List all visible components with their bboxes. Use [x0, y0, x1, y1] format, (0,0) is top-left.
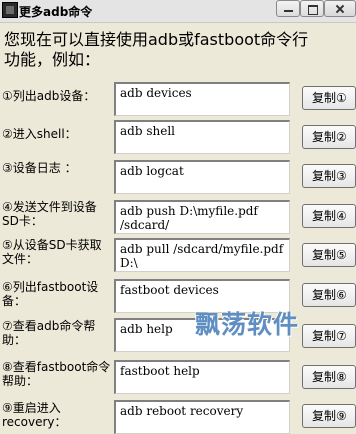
copy-button-1[interactable]: 复制①	[302, 86, 356, 110]
intro-text: 您现在可以直接使用adb或fastboot命令行功能，例如：	[4, 30, 309, 69]
row-label-shell: ②进入shell：	[2, 127, 77, 141]
copy-button-6[interactable]: 复制⑥	[302, 283, 356, 307]
minimize-button[interactable]	[276, 0, 300, 17]
row-label-fastboot-help: ⑧查看fastboot命令帮助：	[2, 360, 111, 388]
command-field-fastboot-devices[interactable]: fastboot devices	[114, 279, 290, 313]
maximize-button[interactable]	[300, 0, 324, 17]
command-field-pull[interactable]: adb pull /sdcard/myfile.pdf D:\	[114, 238, 290, 272]
copy-button-8[interactable]: 复制⑧	[302, 365, 356, 389]
close-icon	[325, 1, 355, 16]
command-field-recovery[interactable]: adb reboot recovery	[114, 400, 290, 434]
copy-button-4[interactable]: 复制④	[302, 204, 356, 228]
command-field-shell[interactable]: adb shell	[114, 120, 290, 154]
command-field-list-devices[interactable]: adb devices	[114, 82, 290, 116]
command-field-adb-help[interactable]: adb help	[114, 318, 290, 352]
row-label-fastboot-devices: ⑥列出fastboot设备：	[2, 280, 99, 308]
minimize-icon	[277, 1, 299, 16]
row-label-adb-help: ⑦查看adb命令帮助：	[2, 319, 96, 347]
app-icon	[2, 2, 18, 18]
command-field-fastboot-help[interactable]: fastboot help	[114, 360, 290, 394]
row-label-recovery: ⑨重启进入recovery：	[2, 401, 67, 429]
title-bar: 更多adb命令	[0, 0, 356, 23]
copy-button-9[interactable]: 复制⑨	[302, 404, 356, 428]
copy-button-5[interactable]: 复制⑤	[302, 243, 356, 267]
copy-button-7[interactable]: 复制⑦	[302, 324, 356, 348]
row-label-logcat: ③设备日志 ：	[2, 161, 77, 175]
window-title: 更多adb命令	[19, 5, 93, 19]
copy-button-3[interactable]: 复制③	[302, 164, 356, 188]
maximize-icon	[301, 1, 323, 16]
close-button[interactable]	[324, 0, 356, 17]
command-field-push[interactable]: adb push D:\myfile.pdf /sdcard/	[114, 200, 290, 234]
command-field-logcat[interactable]: adb logcat	[114, 160, 290, 194]
row-label-pull: ⑤从设备SD卡获取文件：	[2, 238, 102, 266]
row-label-push: ④发送文件到设备SD卡：	[2, 200, 97, 228]
row-label-list-devices: ①列出adb设备：	[2, 89, 96, 103]
copy-button-2[interactable]: 复制②	[302, 125, 356, 149]
